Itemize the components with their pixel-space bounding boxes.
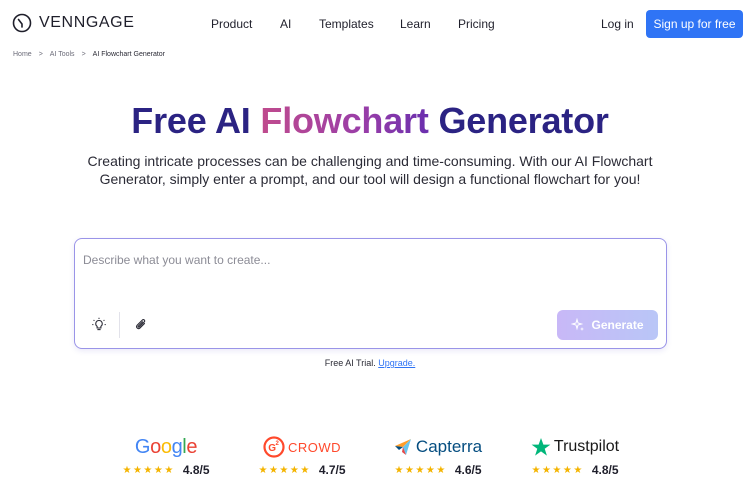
rating-score: 4.7/5 [318, 463, 346, 477]
title-part2: Generator [428, 100, 609, 141]
rating-trustpilot: Trustpilot ★★★★★ 4.8/5 [515, 433, 635, 477]
breadcrumb-separator: > [81, 51, 86, 58]
trustpilot-star-icon [531, 438, 551, 456]
sparkle-icon [571, 318, 585, 331]
rating-google: Google ★★★★★ 4.8/5 [106, 433, 226, 478]
trial-text: Free AI Trial. [324, 358, 376, 368]
page-title: Free AI Flowchart Generator [0, 100, 740, 142]
star-rating: ★★★★★ [122, 464, 175, 476]
breadcrumb: Home > AI Tools > AI Flowchart Generator [13, 51, 165, 58]
capterra-logo: Capterra [378, 433, 498, 461]
signup-button[interactable]: Sign up for free [646, 10, 743, 38]
trustpilot-logo: Trustpilot [515, 433, 635, 461]
breadcrumb-home[interactable]: Home [13, 51, 32, 58]
prompt-input[interactable] [83, 248, 653, 272]
breadcrumb-current: AI Flowchart Generator [92, 51, 166, 58]
google-logo: Google [106, 433, 226, 461]
rating-score: 4.8/5 [182, 463, 210, 477]
top-nav: VENNGAGE Product AI Templates Learn Pric… [0, 0, 750, 48]
nav-learn[interactable]: Learn [400, 17, 431, 31]
trustpilot-wordmark: Trustpilot [553, 438, 620, 455]
capterra-arrow-icon [394, 439, 411, 455]
brand-name: VENNGAGE [39, 14, 135, 31]
paperclip-icon [136, 319, 146, 330]
trial-note: Free AI Trial. Upgrade. [0, 358, 740, 368]
star-rating: ★★★★★ [394, 464, 447, 476]
login-link[interactable]: Log in [601, 17, 634, 31]
nav-templates[interactable]: Templates [319, 17, 374, 31]
generate-label: Generate [591, 318, 644, 332]
page-subtitle: Creating intricate processes can be chal… [87, 153, 653, 187]
title-accent: Flowchart [260, 100, 429, 141]
idea-button[interactable] [88, 314, 110, 336]
google-wordmark: Google [134, 435, 198, 458]
lightbulb-icon [92, 317, 106, 331]
rating-capterra: Capterra ★★★★★ 4.6/5 [378, 433, 498, 477]
star-rating: ★★★★★ [531, 464, 584, 476]
attach-button[interactable] [130, 314, 152, 336]
rating-score: 4.6/5 [454, 463, 482, 477]
breadcrumb-ai-tools[interactable]: AI Tools [50, 51, 75, 58]
capterra-wordmark: Capterra [415, 437, 483, 456]
title-part1: Free AI [131, 100, 261, 141]
g2crowd-logo: G 2 CROWD [242, 433, 362, 461]
venngage-logo[interactable]: VENNGAGE [12, 13, 135, 33]
venngage-logo-icon [12, 13, 32, 33]
generate-button[interactable]: Generate [557, 310, 658, 340]
rating-g2crowd: G 2 CROWD ★★★★★ 4.7/5 [242, 433, 362, 477]
g2-badge-icon: G 2 [263, 436, 285, 458]
svg-text:2: 2 [275, 441, 279, 447]
nav-pricing[interactable]: Pricing [458, 17, 495, 31]
nav-product[interactable]: Product [211, 17, 252, 31]
crowd-wordmark: CROWD [287, 439, 342, 455]
star-rating: ★★★★★ [258, 464, 311, 476]
rating-score: 4.8/5 [591, 463, 619, 477]
nav-ai[interactable]: AI [280, 17, 291, 31]
upgrade-link[interactable]: Upgrade. [378, 358, 415, 368]
breadcrumb-separator: > [38, 51, 43, 58]
prompt-box: Generate [74, 238, 667, 349]
toolbar-divider [119, 312, 120, 338]
